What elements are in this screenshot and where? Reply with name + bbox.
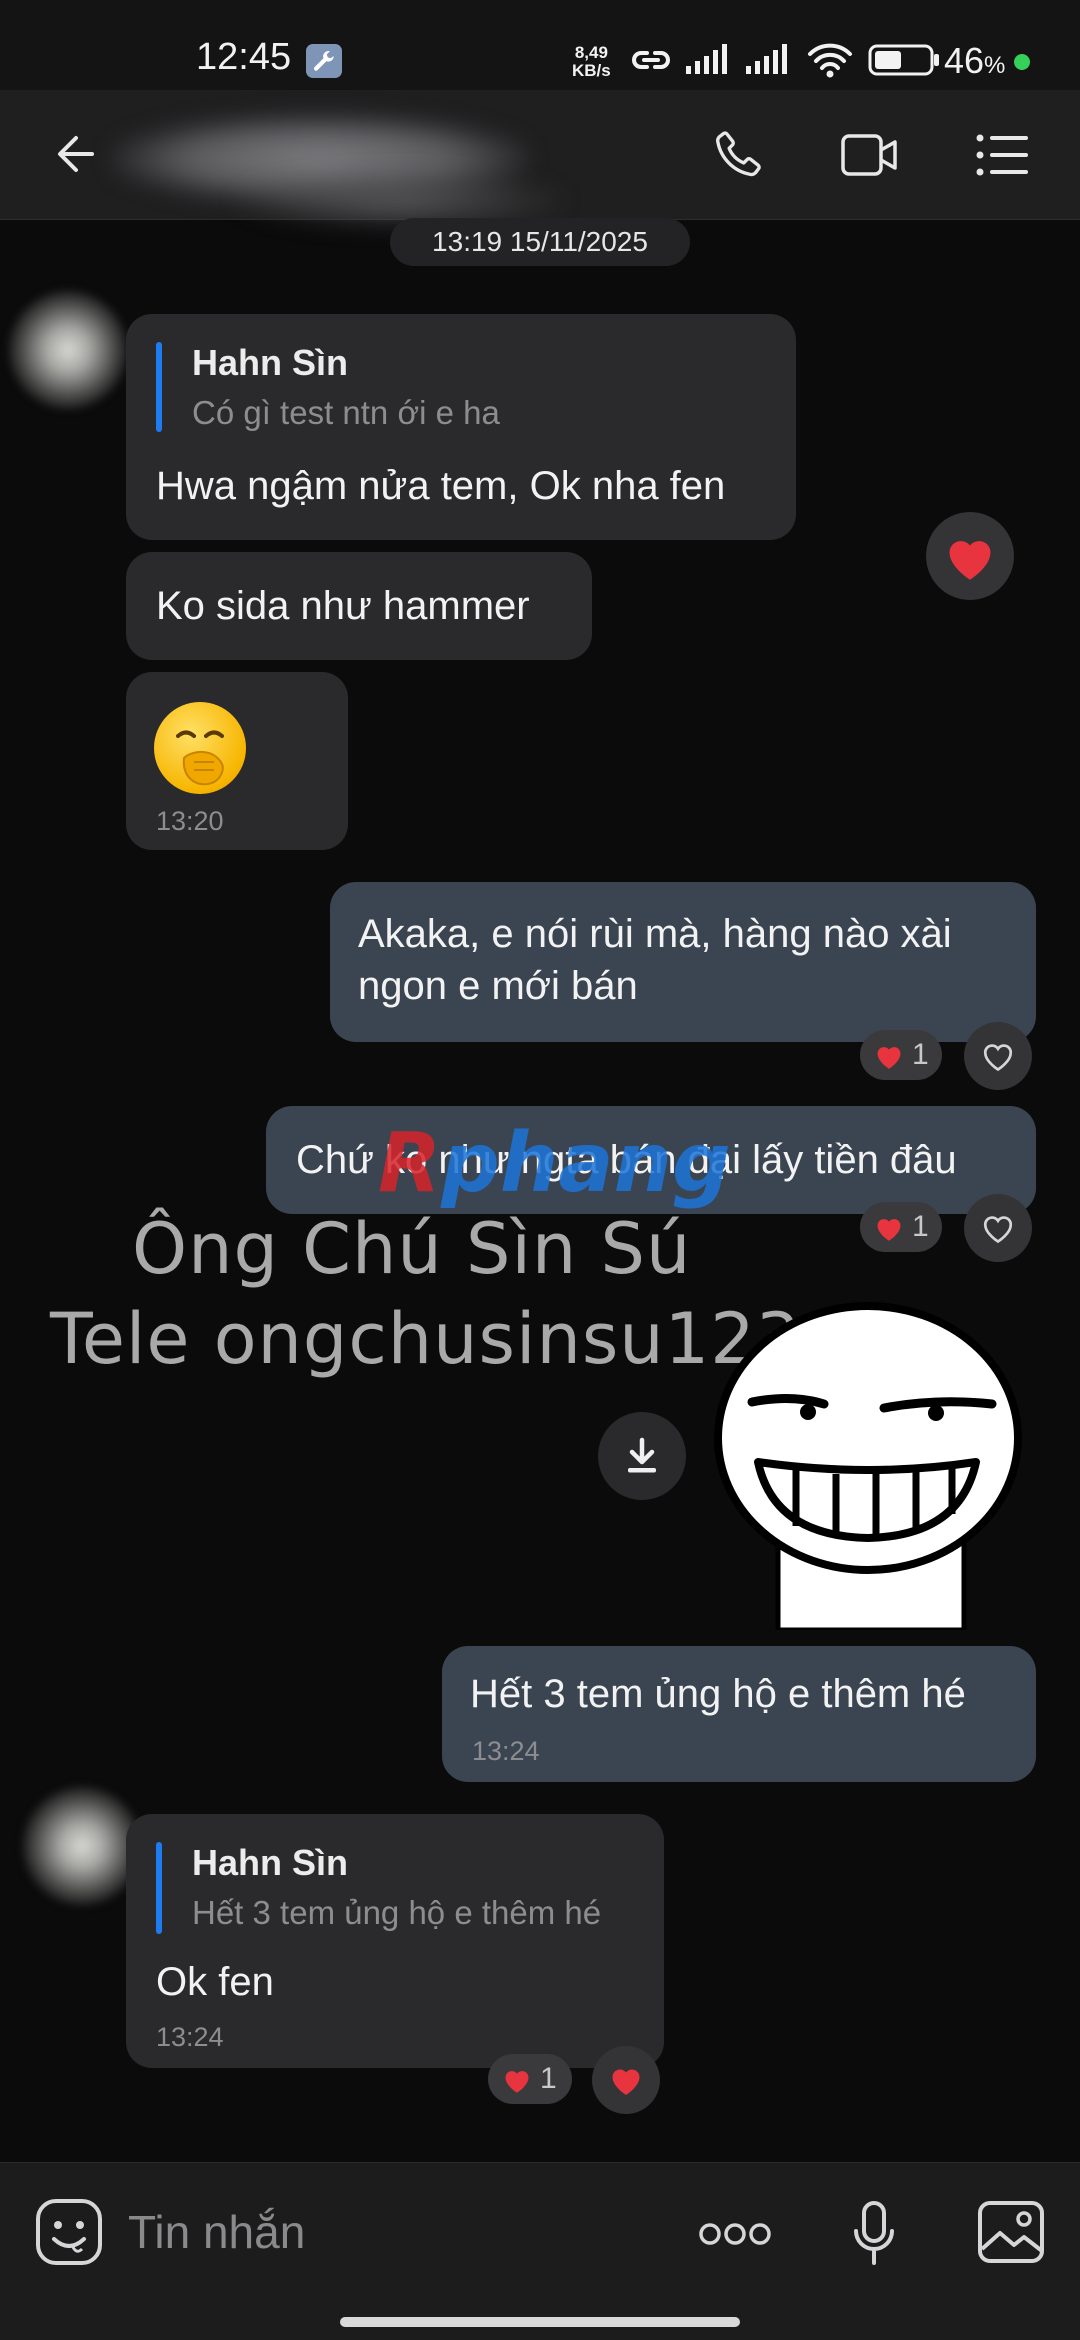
video-call-icon[interactable] [840,130,900,180]
watermark-line1: Ông Chú Sìn Sú [132,1208,692,1290]
phone-call-icon[interactable] [712,126,766,180]
status-time: 12:45 [196,36,292,78]
status-bar: 12:45 8,49 KB/s 46% [0,0,1080,90]
message-time: 13:20 [156,806,224,836]
message-time: 13:24 [156,2022,224,2052]
chat-header [0,90,1080,230]
message-text: Hết 3 tem ủng hộ e thêm hé [470,1672,966,1716]
back-arrow-icon[interactable] [56,132,96,176]
reaction-count: 1 [912,1038,929,1071]
signal-icon [686,44,727,74]
smirk-face-sticker-icon [714,1302,1022,1633]
message-bubble-outgoing[interactable]: Hết 3 tem ủng hộ e thêm hé 13:24 [442,1646,1036,1782]
react-button[interactable] [964,1022,1032,1090]
download-button[interactable] [598,1412,686,1500]
quote-bar [156,342,162,432]
battery-percent: 46% [944,40,1006,81]
contact-avatar[interactable] [22,1786,142,1906]
date-separator: 13:19 15/11/2025 [390,218,690,266]
message-input-bar: Tin nhắn [0,2162,1080,2340]
heart-icon [612,2069,640,2095]
network-speed: 8,49 KB/s [572,43,611,80]
battery-icon [868,44,939,76]
message-bubble-incoming[interactable]: Ko sida như hammer [126,552,592,660]
heart-outline-icon [983,1044,1013,1072]
reaction-count: 1 [540,2062,557,2095]
quote-text: Có gì test ntn ới e ha [192,394,500,431]
microphone-icon[interactable] [852,2199,896,2269]
wrench-icon [306,44,342,78]
message-bubble-outgoing[interactable]: Akaka, e nói rùi mà, hàng nào xài ngon e… [330,882,1036,1042]
quote-sender-name: Hahn Sìn [192,342,349,383]
wifi-icon [808,43,852,78]
reaction-button[interactable] [926,512,1014,600]
menu-list-icon[interactable] [976,134,1030,176]
grinning-sticker[interactable] [700,1290,1030,1635]
heart-icon [949,541,991,580]
privacy-indicator [1014,54,1030,70]
heart-icon [877,1219,901,1241]
download-icon [628,1437,656,1473]
watermark-line2: Tele ongchusinsu123 [50,1298,802,1380]
reaction-summary[interactable]: 1 [860,1202,942,1252]
react-button[interactable] [964,1194,1032,1262]
quote-text: Hết 3 tem ủng hộ e thêm hé [192,1894,602,1931]
quote-sender-name: Hahn Sìn [192,1842,349,1883]
message-bubble-incoming[interactable]: Hahn Sìn Hết 3 tem ủng hộ e thêm hé Ok f… [126,1814,664,2068]
message-text: Ko sida như hammer [156,584,530,628]
sticker-emoji-icon[interactable] [34,2197,104,2267]
home-indicator[interactable] [340,2317,740,2327]
emoji-face-icon [176,730,224,786]
message-bubble-incoming[interactable]: Hahn Sìn Có gì test ntn ới e ha Hwa ngậm… [126,314,796,540]
reaction-button[interactable] [592,2046,660,2114]
message-text-line1: Akaka, e nói rùi mà, hàng nào xài [358,912,952,956]
reaction-summary[interactable]: 1 [488,2054,572,2104]
message-input[interactable]: Tin nhắn [128,2205,305,2259]
brand-logo-watermark: Rphang [378,1116,731,1211]
signal-icon-2 [746,44,787,74]
message-text-line2: ngon e mới bán [358,964,638,1008]
image-gallery-icon[interactable] [976,2199,1046,2265]
reaction-count: 1 [912,1210,929,1243]
quote-bar [156,1842,162,1934]
message-time: 13:24 [472,1736,540,1766]
heart-icon [505,2071,529,2093]
more-options-icon[interactable] [698,2221,772,2247]
link-icon [632,51,670,69]
message-text: Hwa ngậm nửa tem, Ok nha fen [156,464,726,508]
heart-icon [877,1047,901,1069]
heart-outline-icon [983,1216,1013,1244]
message-text: Ok fen [156,1960,274,2004]
contact-avatar[interactable] [8,290,128,410]
hand-over-mouth-emoji [154,702,246,794]
reaction-summary[interactable]: 1 [860,1030,942,1080]
